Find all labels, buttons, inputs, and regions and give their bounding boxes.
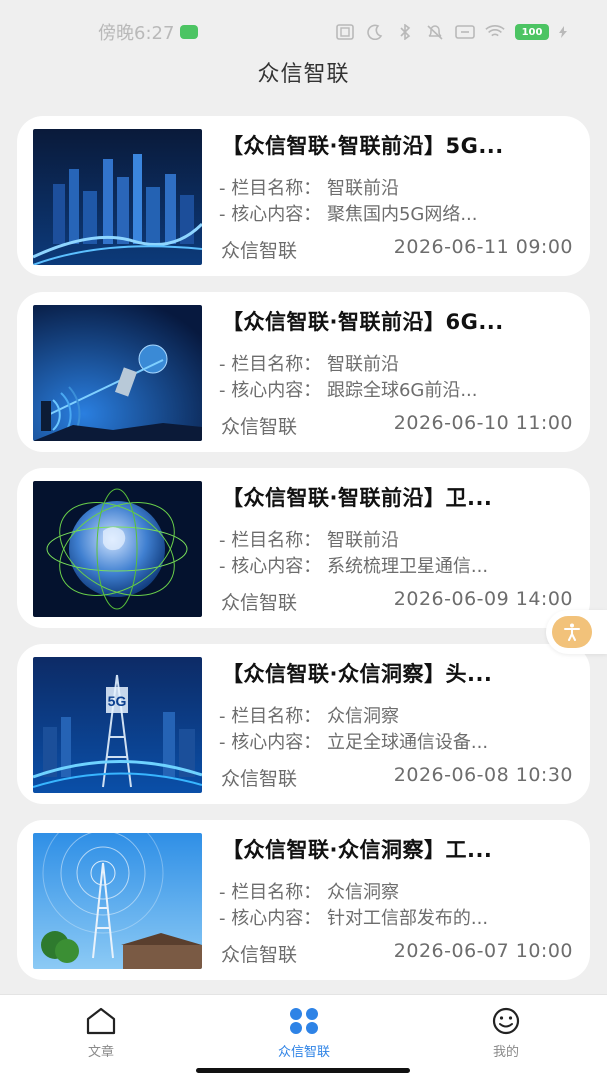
home-indicator[interactable]	[196, 1068, 410, 1073]
page-title: 众信智联	[257, 62, 350, 87]
article-summary: - 核心内容： 系统梳理卫星通信...	[219, 556, 489, 577]
bluetooth-icon	[395, 24, 415, 40]
article-date: 2026-06-09 14:00	[393, 588, 573, 610]
nav-item-zhongxin[interactable]: 众信智联	[234, 1007, 374, 1060]
article-date: 2026-06-07 10:00	[393, 940, 573, 962]
article-source: 众信智联	[221, 768, 298, 790]
app-notification-icon	[180, 25, 199, 39]
article-summary: - 核心内容： 聚焦国内5G网络...	[219, 204, 478, 225]
article-date: 2026-06-08 10:30	[393, 764, 573, 786]
nfc-icon	[335, 24, 355, 40]
status-right: 100	[335, 24, 567, 40]
smiley-icon	[492, 1007, 520, 1035]
sim-icon	[455, 24, 475, 40]
article-date: 2026-06-11 09:00	[393, 236, 573, 258]
status-time: 傍晚6:27	[98, 23, 175, 44]
home-icon	[86, 1007, 116, 1035]
article-card[interactable]: 【众信智联·智联前沿】卫... - 栏目名称： 智联前沿 - 核心内容： 系统梳…	[17, 468, 590, 628]
article-date: 2026-06-10 11:00	[393, 412, 573, 434]
article-column: - 栏目名称： 智联前沿	[219, 530, 399, 551]
nav-label: 我的	[492, 1045, 519, 1060]
article-title[interactable]: 【众信智联·众信洞察】头...	[222, 658, 574, 688]
article-source: 众信智联	[221, 416, 298, 438]
article-source: 众信智联	[221, 944, 298, 966]
article-card[interactable]: 5G 【众信智联·众信洞察】头... - 栏目名称： 众信洞察 - 核心内容： …	[17, 644, 590, 804]
accessibility-float-button[interactable]	[546, 610, 607, 654]
article-source: 众信智联	[221, 592, 298, 614]
article-thumbnail	[33, 129, 202, 265]
battery-icon: 100	[515, 24, 549, 40]
article-summary: - 核心内容： 立足全球通信设备...	[219, 732, 489, 753]
article-title[interactable]: 【众信智联·智联前沿】卫...	[222, 482, 574, 512]
article-column: - 栏目名称： 众信洞察	[219, 706, 399, 727]
nav-label: 众信智联	[277, 1045, 330, 1060]
article-column: - 栏目名称： 智联前沿	[219, 354, 399, 375]
article-title[interactable]: 【众信智联·众信洞察】工...	[222, 834, 574, 864]
nav-item-mine[interactable]: 我的	[436, 1007, 576, 1060]
status-bar: 傍晚6:27 100	[0, 0, 607, 64]
wifi-icon	[485, 24, 505, 40]
thumbnail-5g-label: 5G	[108, 693, 127, 709]
article-column: - 栏目名称： 智联前沿	[219, 178, 399, 199]
article-thumbnail	[33, 305, 202, 441]
accessibility-icon[interactable]	[552, 616, 592, 648]
charging-icon	[559, 24, 567, 40]
article-thumbnail: 5G	[33, 657, 202, 793]
article-thumbnail	[33, 481, 202, 617]
article-card[interactable]: 【众信智联·众信洞察】工... - 栏目名称： 众信洞察 - 核心内容： 针对工…	[17, 820, 590, 980]
article-title[interactable]: 【众信智联·智联前沿】5G...	[222, 130, 574, 160]
article-card[interactable]: 【众信智联·智联前沿】6G... - 栏目名称： 智联前沿 - 核心内容： 跟踪…	[17, 292, 590, 452]
moon-icon	[365, 24, 385, 40]
mute-icon	[425, 24, 445, 40]
article-summary: - 核心内容： 跟踪全球6G前沿...	[219, 380, 478, 401]
status-left: 傍晚6:27	[98, 19, 199, 45]
article-summary: - 核心内容： 针对工信部发布的...	[219, 908, 489, 929]
four-petal-icon	[290, 1008, 318, 1034]
article-title[interactable]: 【众信智联·智联前沿】6G...	[222, 306, 574, 336]
article-thumbnail	[33, 833, 202, 969]
article-column: - 栏目名称： 众信洞察	[219, 882, 399, 903]
nav-label: 文章	[87, 1045, 114, 1060]
nav-item-articles[interactable]: 文章	[31, 1007, 171, 1060]
article-source: 众信智联	[221, 240, 298, 262]
article-card[interactable]: 【众信智联·智联前沿】5G... - 栏目名称： 智联前沿 - 核心内容： 聚焦…	[17, 116, 590, 276]
